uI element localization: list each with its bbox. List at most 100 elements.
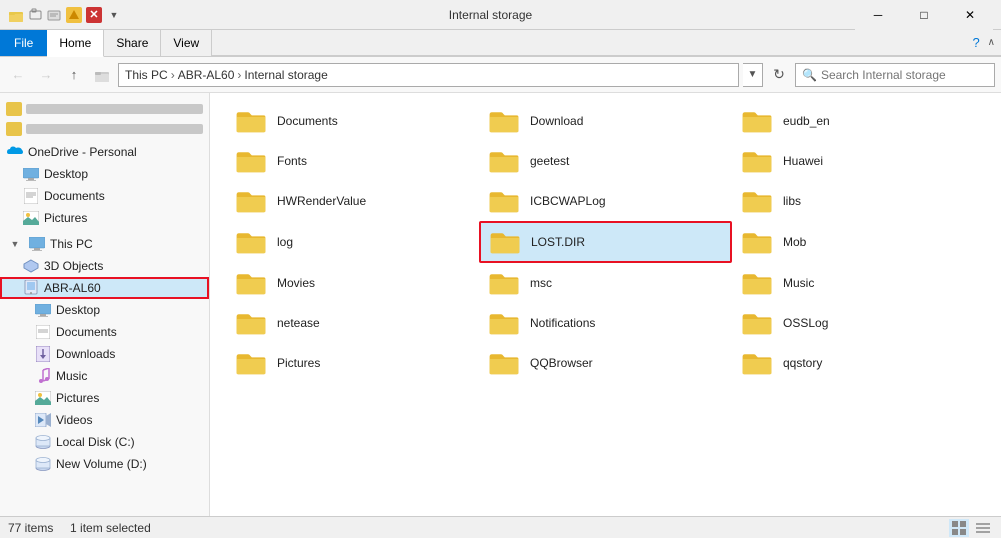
- sidebar-item-3dobjects[interactable]: 3D Objects: [0, 255, 209, 277]
- folder-item[interactable]: Download: [479, 101, 732, 141]
- folder-item[interactable]: HWRenderValue: [226, 181, 479, 221]
- pc-desktop-label: Desktop: [56, 303, 100, 317]
- folder-icon: [741, 107, 777, 135]
- folder-item[interactable]: Notifications: [479, 303, 732, 343]
- sidebar-item-pc-music[interactable]: Music: [0, 365, 209, 387]
- folder-name: msc: [530, 276, 552, 290]
- disk-d-icon: [34, 456, 52, 472]
- folder-item[interactable]: ICBCWAPLog: [479, 181, 732, 221]
- disk-c-label: Local Disk (C:): [56, 435, 135, 449]
- folder-item[interactable]: Movies: [226, 263, 479, 303]
- sidebar-item-pc-desktop[interactable]: Desktop: [0, 299, 209, 321]
- 3dobjects-icon: [22, 258, 40, 274]
- close-button[interactable]: ✕: [947, 0, 993, 30]
- title-x-icon[interactable]: ✕: [86, 7, 102, 23]
- folder-icon: [741, 309, 777, 337]
- up-button[interactable]: ↑: [62, 63, 86, 87]
- folder-item[interactable]: Fonts: [226, 141, 479, 181]
- folder-name: eudb_en: [783, 114, 830, 128]
- search-input[interactable]: [821, 68, 988, 82]
- folder-item[interactable]: QQBrowser: [479, 343, 732, 383]
- folder-icon: [741, 187, 777, 215]
- folder-icon: [741, 147, 777, 175]
- folder-name: Fonts: [277, 154, 307, 168]
- folder-item[interactable]: LOST.DIR: [479, 221, 732, 263]
- title-icon-2[interactable]: [46, 7, 62, 23]
- folder-item[interactable]: Mob: [732, 221, 985, 263]
- back-button[interactable]: ←: [6, 63, 30, 87]
- search-icon: 🔍: [802, 68, 817, 82]
- folder-name: OSSLog: [783, 316, 828, 330]
- folder-item[interactable]: Pictures: [226, 343, 479, 383]
- sidebar-item-new-volume-d[interactable]: New Volume (D:): [0, 453, 209, 475]
- view-details-button[interactable]: [973, 519, 993, 537]
- folder-item[interactable]: Documents: [226, 101, 479, 141]
- folder-icon: [235, 187, 271, 215]
- sidebar-item-local-disk-c[interactable]: Local Disk (C:): [0, 431, 209, 453]
- folder-item[interactable]: libs: [732, 181, 985, 221]
- sidebar-item-pc-videos[interactable]: Videos: [0, 409, 209, 431]
- sidebar-item-thispc-header[interactable]: ▼ This PC: [0, 233, 209, 255]
- folder-item[interactable]: netease: [226, 303, 479, 343]
- folder-item[interactable]: Music: [732, 263, 985, 303]
- address-path[interactable]: This PC › ABR-AL60 › Internal storage: [118, 63, 739, 87]
- folder-item[interactable]: log: [226, 221, 479, 263]
- sidebar-item-od-pictures[interactable]: Pictures: [0, 207, 209, 229]
- folder-item[interactable]: eudb_en: [732, 101, 985, 141]
- folder-icon: [235, 269, 271, 297]
- folder-icon: [488, 147, 524, 175]
- folder-icon: [235, 349, 271, 377]
- location-icon: [92, 63, 112, 87]
- folder-name: HWRenderValue: [277, 194, 366, 208]
- folder-item[interactable]: Huawei: [732, 141, 985, 181]
- folder-icon: [741, 349, 777, 377]
- od-pictures-label: Pictures: [44, 211, 87, 225]
- view-large-icons-button[interactable]: [949, 519, 969, 537]
- sidebar-item-od-desktop[interactable]: Desktop: [0, 163, 209, 185]
- search-box[interactable]: 🔍: [795, 63, 995, 87]
- folder-icon: [488, 349, 524, 377]
- sidebar-item-pc-downloads[interactable]: Downloads: [0, 343, 209, 365]
- minimize-button[interactable]: ─: [855, 0, 901, 30]
- sidebar-item-pc-pictures[interactable]: Pictures: [0, 387, 209, 409]
- tab-view[interactable]: View: [161, 30, 212, 56]
- path-thispc[interactable]: This PC: [125, 68, 168, 82]
- desktop-icon: [22, 166, 40, 182]
- refresh-button[interactable]: ↻: [767, 63, 791, 87]
- folder-icon: [235, 147, 271, 175]
- forward-button[interactable]: →: [34, 63, 58, 87]
- ribbon-help-icon[interactable]: ?: [972, 35, 979, 50]
- folder-item[interactable]: OSSLog: [732, 303, 985, 343]
- tab-home[interactable]: Home: [47, 30, 104, 57]
- window-controls: ─ □ ✕: [855, 0, 993, 30]
- sidebar-item-pc-documents[interactable]: Documents: [0, 321, 209, 343]
- maximize-button[interactable]: □: [901, 0, 947, 30]
- app-icon: [8, 7, 24, 23]
- path-device[interactable]: ABR-AL60: [178, 68, 235, 82]
- path-storage[interactable]: Internal storage: [244, 68, 327, 82]
- sidebar-item-abr-al60[interactable]: ABR-AL60: [0, 277, 209, 299]
- folder-item[interactable]: geetest: [479, 141, 732, 181]
- title-icon-1: [28, 8, 42, 22]
- tab-share[interactable]: Share: [104, 30, 161, 56]
- pc-downloads-label: Downloads: [56, 347, 115, 361]
- tab-file[interactable]: File: [0, 30, 47, 56]
- folder-item[interactable]: msc: [479, 263, 732, 303]
- ribbon-tabs: File Home Share View ? ∧: [0, 30, 1001, 56]
- videos-icon: [34, 412, 52, 428]
- title-down-icon[interactable]: ▼: [106, 7, 122, 23]
- sidebar: OneDrive - Personal Desktop Documents Pi…: [0, 93, 210, 516]
- pc-documents-icon: [34, 324, 52, 340]
- address-bar: ← → ↑ This PC › ABR-AL60 › Internal stor…: [0, 57, 1001, 93]
- folder-icon: [741, 269, 777, 297]
- sidebar-item-onedrive[interactable]: OneDrive - Personal: [0, 141, 209, 163]
- folder-name: netease: [277, 316, 320, 330]
- sidebar-item-od-documents[interactable]: Documents: [0, 185, 209, 207]
- ribbon-collapse-icon[interactable]: ∧: [988, 37, 995, 48]
- folder-name: Download: [530, 114, 583, 128]
- address-dropdown[interactable]: ▼: [743, 63, 763, 87]
- folder-item[interactable]: qqstory: [732, 343, 985, 383]
- onedrive-label: OneDrive - Personal: [28, 145, 137, 159]
- pc-pictures-icon: [34, 390, 52, 406]
- title-pin-icon[interactable]: [66, 7, 82, 23]
